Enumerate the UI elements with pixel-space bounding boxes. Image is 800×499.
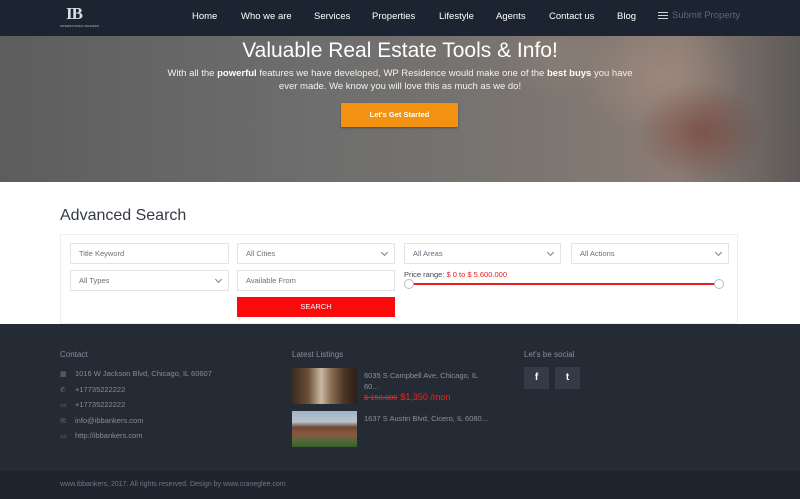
listing-item[interactable]: 6035 S Campbell Ave, Chicago, IL 60... $… [292,368,492,404]
print-icon: ▭ [60,402,67,409]
price-range-text: Price range: [404,270,445,279]
menu-icon [658,10,668,21]
nav-item-blog[interactable]: Blog [617,11,636,22]
get-started-button[interactable]: Let's Get Started [341,103,458,127]
listing-thumbnail[interactable] [292,411,357,447]
areas-select-value: All Areas [413,249,443,258]
advanced-search-form: Title Keyword All Cities All Areas All A… [60,234,738,324]
contact-address-text: 1016 W Jackson Blvd, Chicago, IL 60607 [75,369,212,378]
nav-item-services[interactable]: Services [314,11,350,22]
twitter-icon[interactable]: t [555,367,580,389]
contact-phone: ✆ +17735222222 [60,385,125,394]
nav-item-home[interactable]: Home [192,11,217,22]
facebook-icon[interactable]: f [524,367,549,389]
nav-item-contact-us[interactable]: Contact us [549,11,594,22]
price-range-label: Price range: $ 0 to $ 5.600.000 [404,270,507,279]
price-slider-min-handle[interactable] [404,279,414,289]
nav-item-agents[interactable]: Agents [496,11,526,22]
hero-title: Valuable Real Estate Tools & Info! [242,39,558,62]
listing-thumbnail[interactable] [292,368,357,404]
chevron-down-icon [714,248,723,257]
listing-item[interactable]: 1637 S Austin Blvd, Cicero, IL 6080... [292,411,492,447]
chevron-down-icon [214,275,223,284]
phone-icon: ✆ [60,387,66,394]
types-select-value: All Types [79,276,110,285]
desktop-icon: ▭ [60,433,67,440]
price-slider-max-handle[interactable] [714,279,724,289]
listing-price: $ 150.000 $1,350 /mon [364,392,450,402]
footer-bottom-bar: www.ibbankers, 2017. All rights reserved… [0,471,800,499]
contact-website[interactable]: ▭ http://ibbankers.com [60,431,143,440]
footer: Contact ▦ 1016 W Jackson Blvd, Chicago, I… [0,324,800,471]
search-button[interactable]: SEARCH [237,297,395,317]
cities-select-value: All Cities [246,249,276,258]
contact-email[interactable]: ✉ info@ibbankers.com [60,416,143,425]
actions-select[interactable]: All Actions [571,243,729,264]
hero-text-1: With all the [167,68,218,79]
available-from-placeholder: Available From [246,276,296,285]
nav-item-who-we-are[interactable]: Who we are [241,11,292,22]
hero-text-2: features we have developed, WP Residence… [256,68,547,79]
submit-property-label: Submit Property [672,10,741,22]
available-from-input[interactable]: Available From [237,270,395,291]
advanced-search-title: Advanced Search [60,207,187,224]
nav-item-properties[interactable]: Properties [372,11,415,22]
contact-website-text[interactable]: http://ibbankers.com [75,431,143,440]
contact-phone-text: +17735222222 [75,385,126,394]
title-keyword-input[interactable]: Title Keyword [70,243,229,264]
site-logo[interactable]: IB INTERNATIONAL BANKERS [60,4,102,33]
actions-select-value: All Actions [580,249,615,258]
contact-fax-text: +17735222222 [75,400,126,409]
hero-description: With all the powerful features we have d… [160,67,640,93]
latest-listings-heading: Latest Listings [292,350,344,359]
top-navbar: IB INTERNATIONAL BANKERS Home Who we are… [0,0,800,36]
areas-select[interactable]: All Areas [404,243,561,264]
price-range-slider[interactable] [409,283,719,285]
hero-text-bold-1: powerful [217,68,257,79]
contact-heading: Contact [60,350,88,359]
building-icon: ▦ [60,371,67,378]
listing-address[interactable]: 6035 S Campbell Ave, Chicago, IL 60... [364,370,492,392]
contact-address: ▦ 1016 W Jackson Blvd, Chicago, IL 60607 [60,369,212,378]
listing-old-price: $ 150.000 [364,393,398,402]
title-keyword-placeholder: Title Keyword [79,249,125,258]
submit-property-link[interactable]: Submit Property [658,10,740,21]
cities-select[interactable]: All Cities [237,243,395,264]
copyright-text: www.ibbankers, 2017. All rights reserved… [60,481,286,488]
contact-fax: ▭ +17735222222 [60,400,125,409]
listing-current-price: $1,350 /mon [400,392,451,402]
price-range-value: $ 0 to $ 5.600.000 [446,270,507,279]
listing-address[interactable]: 1637 S Austin Blvd, Cicero, IL 6080... [364,413,492,424]
mail-icon: ✉ [60,418,66,425]
chevron-down-icon [546,248,555,257]
chevron-down-icon [380,248,389,257]
social-heading: Let's be social [524,350,575,359]
hero-banner: Valuable Real Estate Tools & Info! With … [0,36,800,182]
contact-email-text[interactable]: info@ibbankers.com [75,416,143,425]
nav-item-lifestyle[interactable]: Lifestyle [439,11,474,22]
logo-mark: IB [66,4,83,23]
hero-text-bold-2: best buys [546,68,592,79]
logo-subtitle: INTERNATIONAL BANKERS [60,24,99,28]
types-select[interactable]: All Types [70,270,229,291]
